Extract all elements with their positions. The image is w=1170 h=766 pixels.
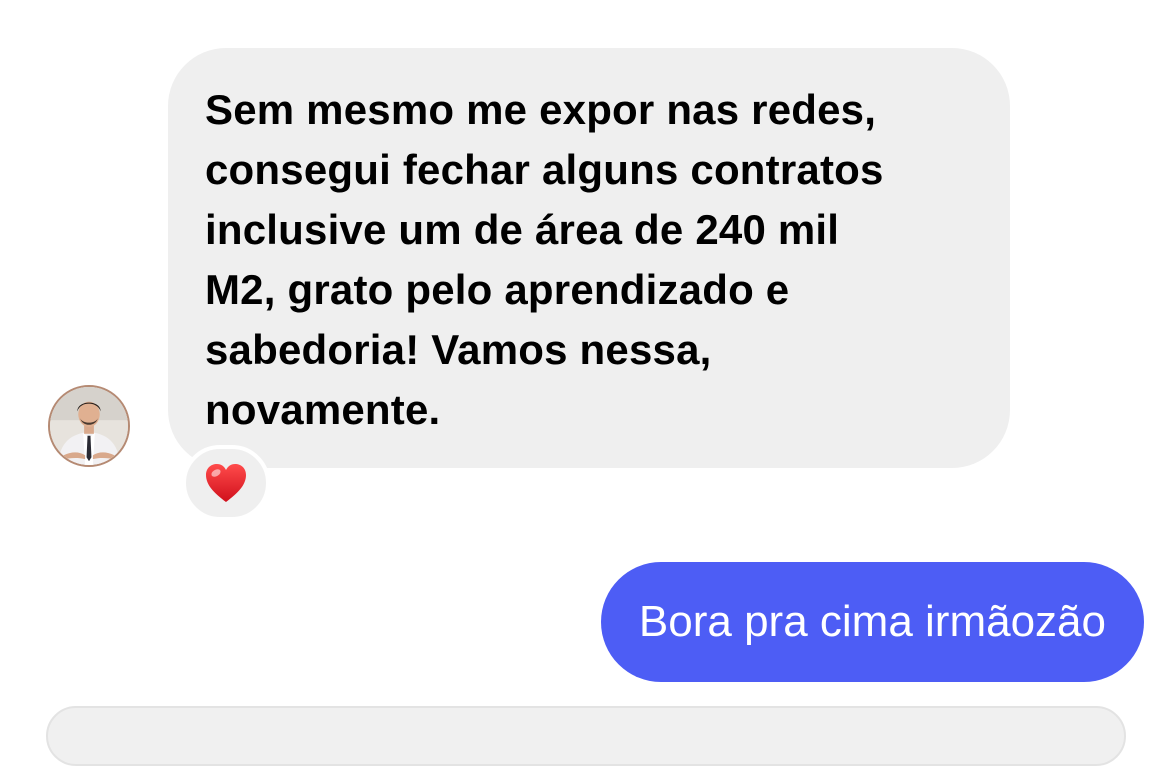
- outgoing-message-text: Bora pra cima irmãozão: [638, 597, 1106, 646]
- message-line: Sem mesmo me expor nas redes,: [205, 86, 877, 133]
- message-line: consegui fechar alguns contratos: [205, 146, 884, 193]
- message-thread: Sem mesmo me expor nas redes, consegui f…: [0, 0, 1170, 766]
- message-composer[interactable]: [46, 706, 1126, 766]
- message-reaction[interactable]: [182, 445, 270, 521]
- message-line: M2, grato pelo aprendizado e: [205, 266, 790, 313]
- incoming-message-bubble[interactable]: Sem mesmo me expor nas redes, consegui f…: [168, 48, 1010, 468]
- message-line: inclusive um de área de 240 mil: [205, 206, 840, 253]
- person-avatar-icon: [50, 387, 128, 465]
- heart-icon: [206, 464, 246, 502]
- contact-avatar[interactable]: [48, 385, 130, 467]
- message-line: novamente.: [205, 386, 441, 433]
- outgoing-message-bubble[interactable]: Bora pra cima irmãozão: [600, 562, 1144, 682]
- message-line: sabedoria! Vamos nessa,: [205, 326, 712, 373]
